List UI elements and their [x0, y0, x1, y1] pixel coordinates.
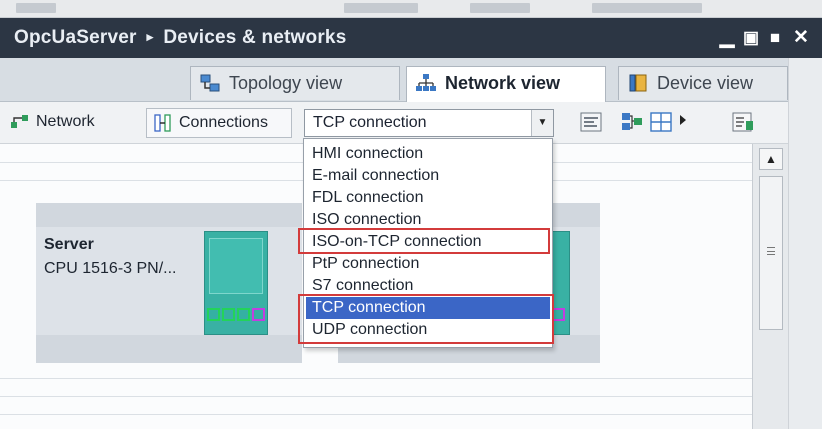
port-icon	[237, 308, 250, 321]
minimize-icon[interactable]: ▁	[716, 26, 738, 50]
network-mode-icon	[11, 115, 28, 128]
cpu-module-icon	[204, 231, 268, 335]
port-icon	[252, 308, 265, 321]
highlight-connections-icon[interactable]	[578, 109, 604, 135]
connections-icon	[154, 114, 171, 132]
network-view-icon	[416, 74, 436, 91]
network-overview-icon[interactable]	[620, 109, 646, 135]
network-button-label: Network	[36, 113, 95, 130]
tab-label: Network view	[445, 73, 561, 93]
right-panel-edge	[788, 58, 822, 429]
dropdown-option-fdl[interactable]: FDL connection	[312, 187, 423, 209]
vertical-scrollbar[interactable]: ▲	[752, 144, 788, 429]
top-strip	[0, 0, 822, 18]
annotation-box-tcp-udp	[298, 294, 554, 344]
breadcrumb-separator-icon: ▸	[146, 29, 154, 44]
connection-type-select[interactable]: TCP connection ▼	[304, 109, 554, 137]
tab-label: Topology view	[229, 73, 343, 93]
annotation-box-iso-on-tcp	[298, 228, 550, 254]
tab-device-view[interactable]: Device view	[618, 66, 788, 100]
device-name: Server	[44, 236, 94, 253]
more-tools-icon[interactable]	[676, 109, 690, 135]
port-icon	[207, 308, 220, 321]
scroll-up-icon[interactable]: ▲	[759, 148, 783, 170]
breadcrumb-section: Devices & networks	[163, 27, 347, 48]
topology-icon	[200, 74, 220, 92]
connections-button[interactable]: Connections	[146, 108, 292, 138]
breadcrumb-project[interactable]: OpcUaServer	[14, 27, 137, 48]
connection-type-value: TCP connection	[313, 114, 427, 131]
restore-icon[interactable]: ▣	[740, 26, 762, 50]
tab-label: Device view	[657, 73, 754, 93]
port-icon	[222, 308, 235, 321]
tab-topology-view[interactable]: Topology view	[190, 66, 400, 100]
properties-panel-icon[interactable]	[730, 109, 756, 135]
maximize-icon[interactable]: ■	[764, 26, 786, 50]
connections-button-label: Connections	[179, 114, 268, 131]
breadcrumb: OpcUaServer ▸ Devices & networks	[14, 27, 346, 49]
view-tabs: Topology view Network view Device view	[0, 58, 822, 102]
device-view-icon	[629, 74, 647, 92]
chevron-down-icon[interactable]: ▼	[531, 110, 553, 136]
title-bar: OpcUaServer ▸ Devices & networks ▁ ▣ ■ ✕	[0, 18, 822, 58]
dropdown-option-email[interactable]: E-mail connection	[312, 165, 439, 187]
device-type: CPU 1516-3 PN/...	[44, 260, 177, 277]
grip-icon	[767, 247, 775, 255]
grid-icon[interactable]	[648, 109, 674, 135]
scrollbar-thumb[interactable]	[759, 176, 783, 330]
network-button[interactable]: Network	[4, 108, 136, 138]
tab-network-view[interactable]: Network view	[406, 66, 606, 102]
dropdown-option-ptp[interactable]: PtP connection	[312, 253, 419, 275]
close-icon[interactable]: ✕	[790, 26, 812, 50]
dropdown-option-hmi[interactable]: HMI connection	[312, 143, 423, 165]
